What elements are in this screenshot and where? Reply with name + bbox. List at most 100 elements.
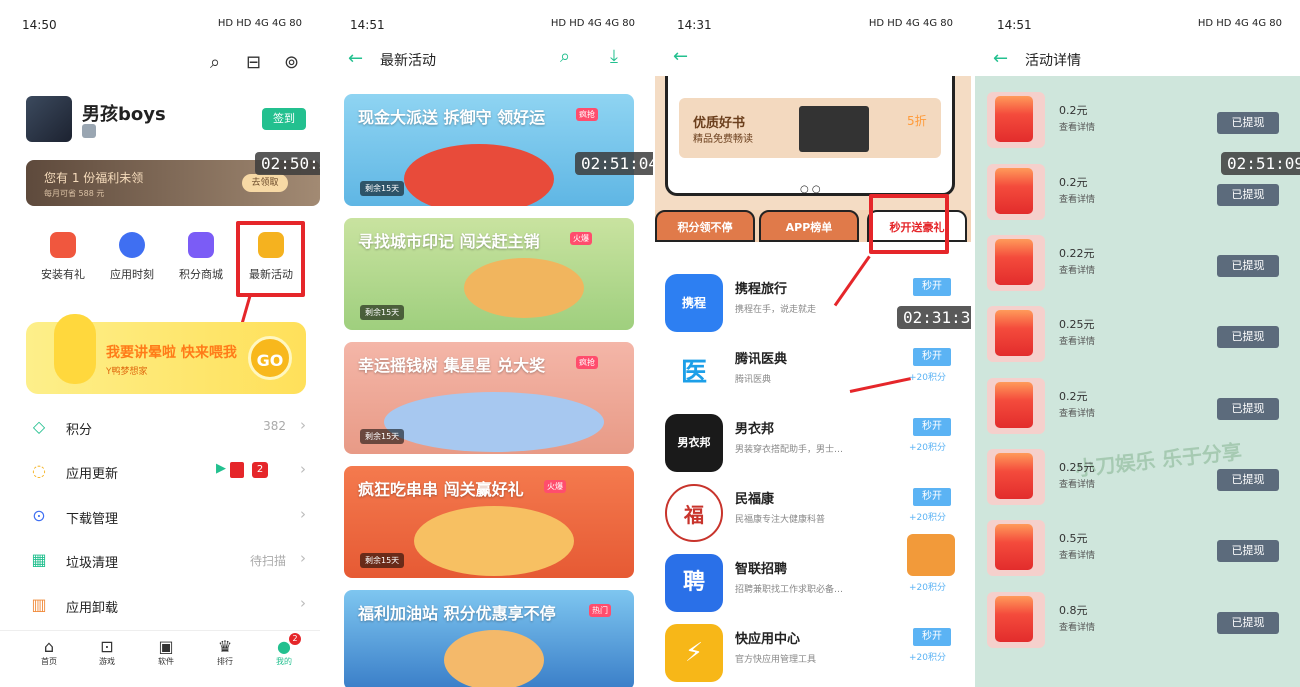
view-details-link[interactable]: 查看详情 [1059, 334, 1095, 347]
tab-games[interactable]: ⊡ 游戏 [82, 637, 132, 667]
withdrawn-button[interactable]: 已提现 [1217, 112, 1279, 134]
chevron-right-icon: › [300, 549, 306, 567]
duck-mascot-icon [54, 314, 96, 384]
header: ← 最新活动 ⌕ ⤓ [328, 46, 653, 76]
activity-card[interactable]: 现金大派送 拆御守 领好运 疯抢 剩余15天 [344, 94, 634, 206]
menu-item-app-update[interactable]: ◌ 应用更新 2 ▶ › [28, 449, 310, 493]
menu-item-cleanup[interactable]: ▦ 垃圾清理 待扫描 › [28, 538, 310, 582]
redpacket-row[interactable]: 0.25元 查看详情 已提现 [987, 304, 1287, 362]
welfare-claim-button[interactable]: 去领取 [242, 174, 288, 192]
redpacket-row[interactable]: 0.8元 查看详情 已提现 [987, 590, 1287, 648]
app-name: 男衣邦 [735, 422, 775, 437]
app-row[interactable]: 医 腾讯医典 腾讯医典 秒开 +20积分 [655, 338, 971, 408]
app-row[interactable]: 聘 智联招聘 招聘兼职找工作求职必备… +20积分 [655, 534, 971, 618]
status-time: 14:51 [997, 18, 1032, 32]
timer-overlay: 02:31:33 [897, 306, 971, 329]
signin-button[interactable]: 签到 [262, 108, 306, 130]
floating-gift-icon[interactable] [907, 534, 955, 576]
activity-card[interactable]: 寻找城市印记 闯关赶主销 火爆 剩余15天 [344, 218, 634, 330]
tab-app-ranking[interactable]: APP榜单 [759, 210, 859, 242]
activity-card[interactable]: 疯狂吃串串 闯关赢好礼 火爆 剩余15天 [344, 466, 634, 578]
app-row[interactable]: 男衣邦 男衣邦 男装穿衣搭配助手，男士… 秒开 +20积分 [655, 408, 971, 478]
withdrawn-button[interactable]: 已提现 [1217, 255, 1279, 277]
app-name: 民福康 [735, 492, 775, 507]
tab-mine[interactable]: ● 我的 2 [259, 633, 309, 667]
welfare-sub: 每月可省 588 元 [44, 189, 105, 198]
scan-icon[interactable]: ⊟ [246, 52, 261, 73]
quick-points-mall[interactable]: 积分商城 [166, 232, 236, 282]
redpacket-row[interactable]: 0.2元 查看详情 已提现 [987, 376, 1287, 434]
withdrawn-button[interactable]: 已提现 [1217, 469, 1279, 491]
red-envelope-icon [987, 92, 1045, 148]
go-button[interactable]: GO [248, 336, 292, 380]
quick-app-moments[interactable]: 应用时刻 [97, 232, 167, 282]
amount: 0.8元 [1059, 604, 1088, 617]
settings-icon[interactable]: ⊚ [284, 52, 299, 73]
withdrawn-button[interactable]: 已提现 [1217, 184, 1279, 206]
open-button[interactable]: 秒开 [913, 278, 951, 296]
open-button[interactable]: 秒开 [913, 348, 951, 366]
amount: 0.25元 [1059, 318, 1095, 331]
card-title: 现金大派送 拆御守 领好运 [358, 108, 546, 127]
withdrawn-button[interactable]: 已提现 [1217, 398, 1279, 420]
menu-item-downloads[interactable]: ⊙ 下载管理 › [28, 494, 310, 538]
view-details-link[interactable]: 查看详情 [1059, 477, 1095, 490]
redpacket-row[interactable]: 0.5元 查看详情 已提现 [987, 518, 1287, 576]
open-button[interactable]: 秒开 [913, 488, 951, 506]
tab-software[interactable]: ▣ 软件 [141, 637, 191, 667]
amount: 0.22元 [1059, 247, 1095, 260]
tab-ranking[interactable]: ♛ 排行 [200, 637, 250, 667]
city-skyline-illustration [384, 392, 604, 452]
activity-card[interactable]: 福利加油站 积分优惠享不停 热门 [344, 590, 634, 687]
gift-icon [50, 232, 76, 258]
status-time: 14:51 [350, 18, 385, 32]
view-details-link[interactable]: 查看详情 [1059, 406, 1095, 419]
search-icon[interactable]: ⌕ [560, 46, 570, 67]
redpacket-row[interactable]: 0.2元 查看详情 已提现 [987, 162, 1287, 220]
minfukang-app-icon: 福 [665, 484, 723, 542]
search-icon[interactable]: ⌕ [210, 52, 220, 73]
welfare-text: 您有 1 份福利未领 [44, 171, 144, 185]
withdrawn-button[interactable]: 已提现 [1217, 326, 1279, 348]
back-arrow-icon[interactable]: ← [348, 48, 363, 69]
back-arrow-icon[interactable]: ← [673, 46, 688, 67]
remaining-days: 剩余15天 [360, 181, 405, 196]
redpacket-row[interactable]: 0.2元 查看详情 已提现 [987, 90, 1287, 148]
view-details-link[interactable]: 查看详情 [1059, 620, 1095, 633]
duck-banner[interactable]: 我要讲晕啦 快来喂我 Y鸭梦想家 GO [26, 314, 306, 394]
download-icon[interactable]: ⤓ [610, 46, 618, 67]
points-reward: +20积分 [909, 653, 946, 663]
menu-item-uninstall[interactable]: ▥ 应用卸载 › [28, 583, 310, 627]
view-details-link[interactable]: 查看详情 [1059, 192, 1095, 205]
skewers-illustration [414, 506, 574, 576]
activity-card[interactable]: 幸运摇钱树 集星星 兑大奖 疯抢 剩余15天 [344, 342, 634, 454]
book-title: 优质好书 [693, 116, 746, 131]
app-row[interactable]: ⚡ 快应用中心 官方快应用管理工具 秒开 +20积分 [655, 618, 971, 687]
amount: 0.2元 [1059, 104, 1088, 117]
view-details-link[interactable]: 查看详情 [1059, 263, 1095, 276]
tab-points[interactable]: 积分领不停 [655, 210, 755, 242]
app-desc: 官方快应用管理工具 [735, 655, 817, 665]
redpacket-row[interactable]: 0.22元 查看详情 已提现 [987, 233, 1287, 291]
open-button[interactable]: 秒开 [913, 628, 951, 646]
timer-overlay: 02:50:57 [255, 152, 320, 175]
withdrawn-button[interactable]: 已提现 [1217, 540, 1279, 562]
app-desc: 男装穿衣搭配助手，男士… [735, 445, 844, 455]
back-arrow-icon[interactable]: ← [993, 48, 1008, 69]
card-badge: 火爆 [544, 480, 566, 493]
red-envelope-icon [987, 164, 1045, 220]
avatar[interactable] [26, 96, 72, 142]
redpacket-row[interactable]: 0.25元 查看详情 已提现 [987, 447, 1287, 505]
withdrawn-button[interactable]: 已提现 [1217, 612, 1279, 634]
book-covers-image [799, 106, 869, 152]
book-promo[interactable]: 优质好书 精品免费畅读 5折 [679, 98, 941, 158]
status-bar: 14:31 HD HD 4G 4G 80 [655, 0, 971, 46]
view-details-link[interactable]: 查看详情 [1059, 120, 1095, 133]
view-details-link[interactable]: 查看详情 [1059, 548, 1095, 561]
open-button[interactable]: 秒开 [913, 418, 951, 436]
tab-home[interactable]: ⌂ 首页 [24, 637, 74, 667]
quick-install-gift[interactable]: 安装有礼 [28, 232, 98, 282]
page-title: 最新活动 [380, 53, 436, 69]
update-count-badge: 2 [252, 462, 268, 478]
menu-item-points[interactable]: ◇ 积分 382 › [28, 405, 310, 449]
